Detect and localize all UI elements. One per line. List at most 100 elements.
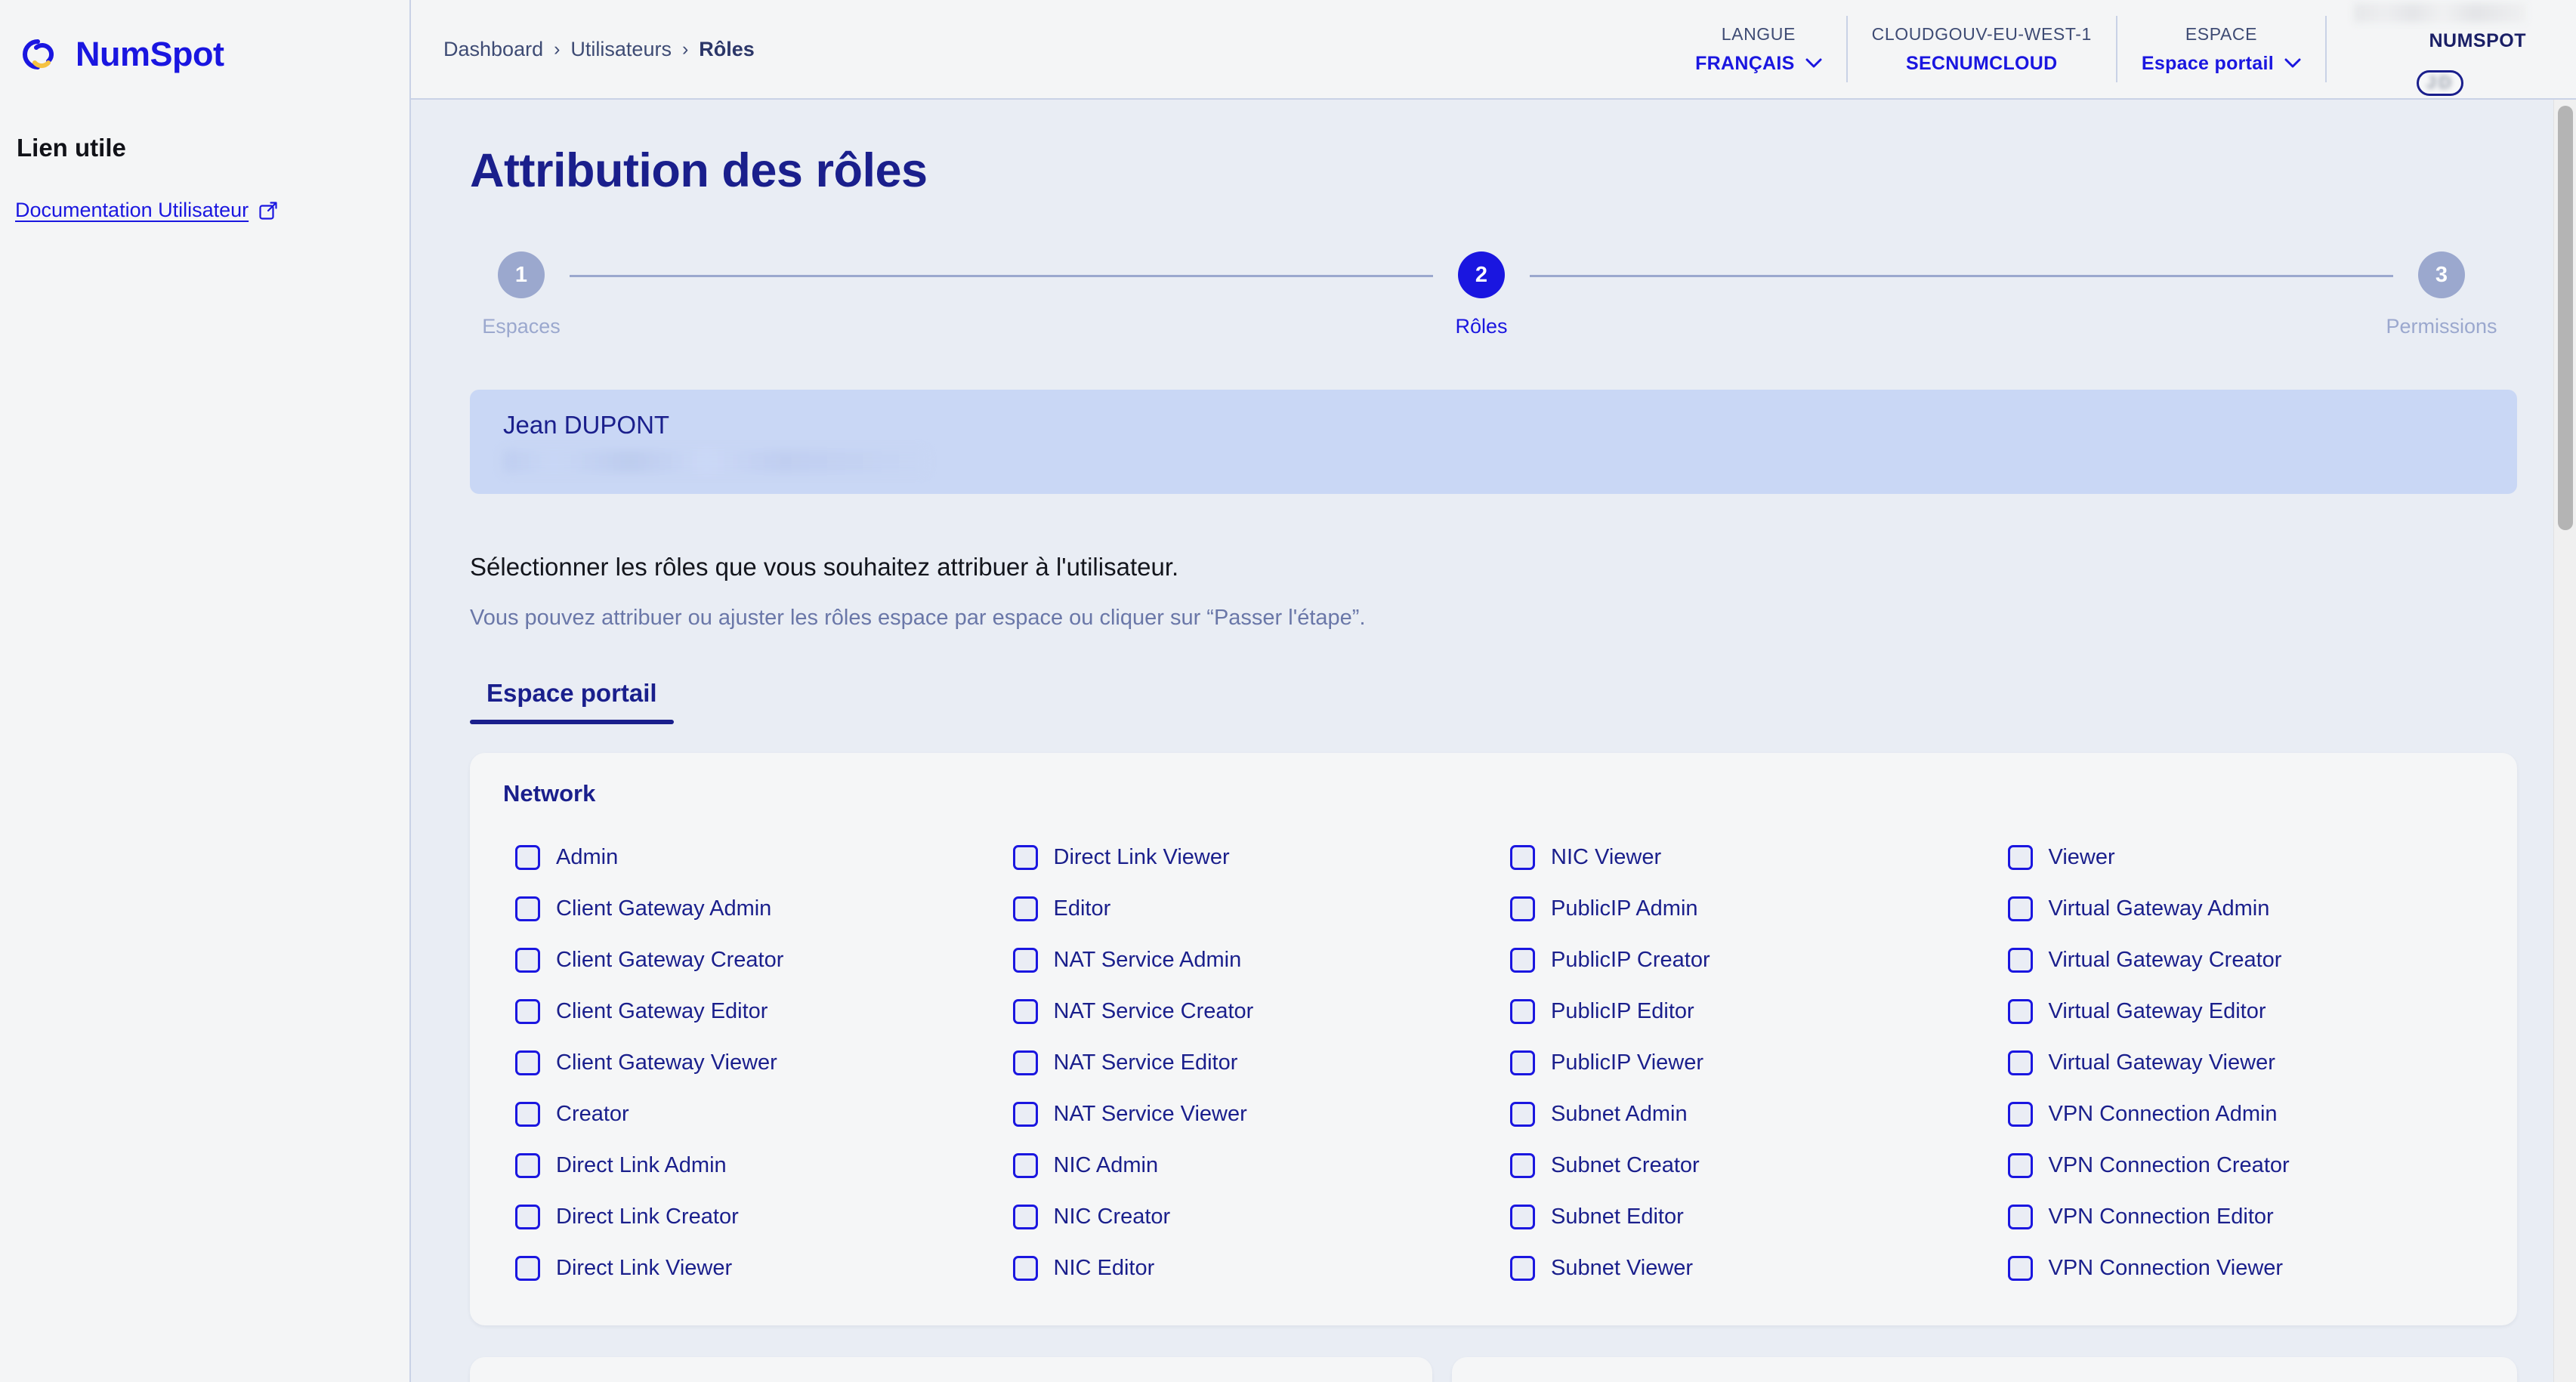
checkbox-icon[interactable] <box>1012 896 1038 921</box>
checkbox-icon[interactable] <box>1012 1050 1038 1075</box>
checkbox-icon[interactable] <box>1510 1204 1535 1229</box>
checkbox-icon[interactable] <box>2007 1101 2033 1127</box>
checkbox-icon[interactable] <box>515 844 540 870</box>
checkbox-icon[interactable] <box>1510 1101 1535 1127</box>
selected-user-card: Jean DUPONT <box>470 390 2517 495</box>
breadcrumb-item-dashboard[interactable]: Dashboard <box>443 38 543 61</box>
checkbox-icon[interactable] <box>1510 1255 1535 1281</box>
checkbox-icon[interactable] <box>1510 1152 1535 1178</box>
role-item[interactable]: Admin <box>499 831 996 883</box>
checkbox-icon[interactable] <box>1510 844 1535 870</box>
checkbox-icon[interactable] <box>515 1152 540 1178</box>
role-label: VPN Connection Editor <box>2048 1204 2274 1229</box>
checkbox-icon[interactable] <box>2007 1204 2033 1229</box>
breadcrumb-separator: › <box>554 38 561 60</box>
content-inner: Attribution des rôles 1 Espaces 2 Rôles … <box>411 100 2576 1382</box>
space-value-row[interactable]: Espace portail <box>2142 53 2301 75</box>
checkbox-icon[interactable] <box>1012 1101 1038 1127</box>
region-selector[interactable]: CLOUDGOUV-EU-WEST-1 SECNUMCLOUD <box>1848 16 2117 82</box>
checkbox-icon[interactable] <box>515 1101 540 1127</box>
checkbox-icon[interactable] <box>2007 1152 2033 1178</box>
checkbox-icon[interactable] <box>515 1050 540 1075</box>
role-item[interactable]: PublicIP Creator <box>1493 934 1991 986</box>
checkbox-icon[interactable] <box>515 998 540 1024</box>
checkbox-icon[interactable] <box>1012 1204 1038 1229</box>
role-item[interactable]: NAT Service Editor <box>996 1037 1494 1088</box>
space-selector[interactable]: ESPACE Espace portail <box>2117 16 2327 82</box>
checkbox-icon[interactable] <box>2007 844 2033 870</box>
language-value-row[interactable]: FRANÇAIS <box>1695 53 1822 75</box>
checkbox-icon[interactable] <box>515 1255 540 1281</box>
documentation-link[interactable]: Documentation Utilisateur <box>15 199 249 222</box>
user-avatar-icon[interactable]: JD <box>2417 69 2463 96</box>
next-cards-row <box>470 1357 2517 1382</box>
checkbox-icon[interactable] <box>1510 1050 1535 1075</box>
role-item[interactable]: VPN Connection Creator <box>1991 1140 2489 1191</box>
checkbox-icon[interactable] <box>2007 1050 2033 1075</box>
role-item[interactable]: Virtual Gateway Editor <box>1991 986 2489 1037</box>
role-item[interactable]: NAT Service Creator <box>996 986 1494 1037</box>
role-item[interactable]: PublicIP Editor <box>1493 986 1991 1037</box>
step-1-espaces[interactable]: 1 Espaces <box>473 251 570 338</box>
role-item[interactable]: Subnet Viewer <box>1493 1242 1991 1294</box>
role-item[interactable]: NIC Creator <box>996 1191 1494 1242</box>
tab-espace-portail[interactable]: Espace portail <box>470 679 674 725</box>
role-item[interactable]: Client Gateway Creator <box>499 934 996 986</box>
role-item[interactable]: Direct Link Admin <box>499 1140 996 1191</box>
role-item[interactable]: Direct Link Viewer <box>499 1242 996 1294</box>
checkbox-icon[interactable] <box>1012 947 1038 973</box>
checkbox-icon[interactable] <box>1510 998 1535 1024</box>
vertical-scrollbar[interactable] <box>2553 100 2576 1382</box>
checkbox-icon[interactable] <box>515 947 540 973</box>
user-menu[interactable]: NUMSPOT JD <box>2327 2 2550 96</box>
checkbox-icon[interactable] <box>1510 896 1535 921</box>
role-item[interactable]: PublicIP Viewer <box>1493 1037 1991 1088</box>
role-item[interactable]: Creator <box>499 1088 996 1140</box>
checkbox-icon[interactable] <box>515 896 540 921</box>
role-item[interactable]: VPN Connection Viewer <box>1991 1242 2489 1294</box>
role-item[interactable]: Subnet Admin <box>1493 1088 1991 1140</box>
sidebar-link-row[interactable]: Documentation Utilisateur <box>0 162 409 222</box>
role-item[interactable]: NIC Admin <box>996 1140 1494 1191</box>
numspot-logo-icon <box>21 34 62 75</box>
role-item[interactable]: NIC Viewer <box>1493 831 1991 883</box>
role-item[interactable]: Client Gateway Editor <box>499 986 996 1037</box>
step-2-roles[interactable]: 2 Rôles <box>1433 251 1530 338</box>
checkbox-icon[interactable] <box>2007 947 2033 973</box>
roles-card-title: Network <box>503 780 596 807</box>
checkbox-icon[interactable] <box>2007 998 2033 1024</box>
role-item[interactable]: VPN Connection Admin <box>1991 1088 2489 1140</box>
step-1-number: 1 <box>498 251 545 299</box>
checkbox-icon[interactable] <box>1012 1152 1038 1178</box>
checkbox-icon[interactable] <box>2007 1255 2033 1281</box>
checkbox-icon[interactable] <box>2007 896 2033 921</box>
role-item[interactable]: Direct Link Viewer <box>996 831 1494 883</box>
role-item[interactable]: NIC Editor <box>996 1242 1494 1294</box>
scrollbar-thumb[interactable] <box>2558 106 2573 530</box>
role-item[interactable]: PublicIP Admin <box>1493 883 1991 934</box>
role-item[interactable]: Subnet Creator <box>1493 1140 1991 1191</box>
role-item[interactable]: Client Gateway Viewer <box>499 1037 996 1088</box>
role-item[interactable]: NAT Service Viewer <box>996 1088 1494 1140</box>
checkbox-icon[interactable] <box>1012 998 1038 1024</box>
role-item[interactable]: Virtual Gateway Creator <box>1991 934 2489 986</box>
role-item[interactable]: Subnet Editor <box>1493 1191 1991 1242</box>
checkbox-icon[interactable] <box>1012 1255 1038 1281</box>
role-item[interactable]: VPN Connection Editor <box>1991 1191 2489 1242</box>
checkbox-icon[interactable] <box>1012 844 1038 870</box>
role-item[interactable]: Virtual Gateway Admin <box>1991 883 2489 934</box>
role-item[interactable]: Virtual Gateway Viewer <box>1991 1037 2489 1088</box>
content-area: Attribution des rôles 1 Espaces 2 Rôles … <box>411 100 2576 1382</box>
checkbox-icon[interactable] <box>515 1204 540 1229</box>
checkbox-icon[interactable] <box>1510 947 1535 973</box>
role-item[interactable]: Client Gateway Admin <box>499 883 996 934</box>
breadcrumb-item-utilisateurs[interactable]: Utilisateurs <box>570 38 672 61</box>
language-selector[interactable]: LANGUE FRANÇAIS <box>1671 16 1848 82</box>
role-item[interactable]: NAT Service Admin <box>996 934 1494 986</box>
role-item[interactable]: Editor <box>996 883 1494 934</box>
role-item[interactable]: Direct Link Creator <box>499 1191 996 1242</box>
step-3-permissions[interactable]: 3 Permissions <box>2386 251 2497 338</box>
brand-logo[interactable]: NumSpot <box>0 0 409 75</box>
role-item[interactable]: Viewer <box>1991 831 2489 883</box>
role-label: Virtual Gateway Editor <box>2048 998 2266 1023</box>
